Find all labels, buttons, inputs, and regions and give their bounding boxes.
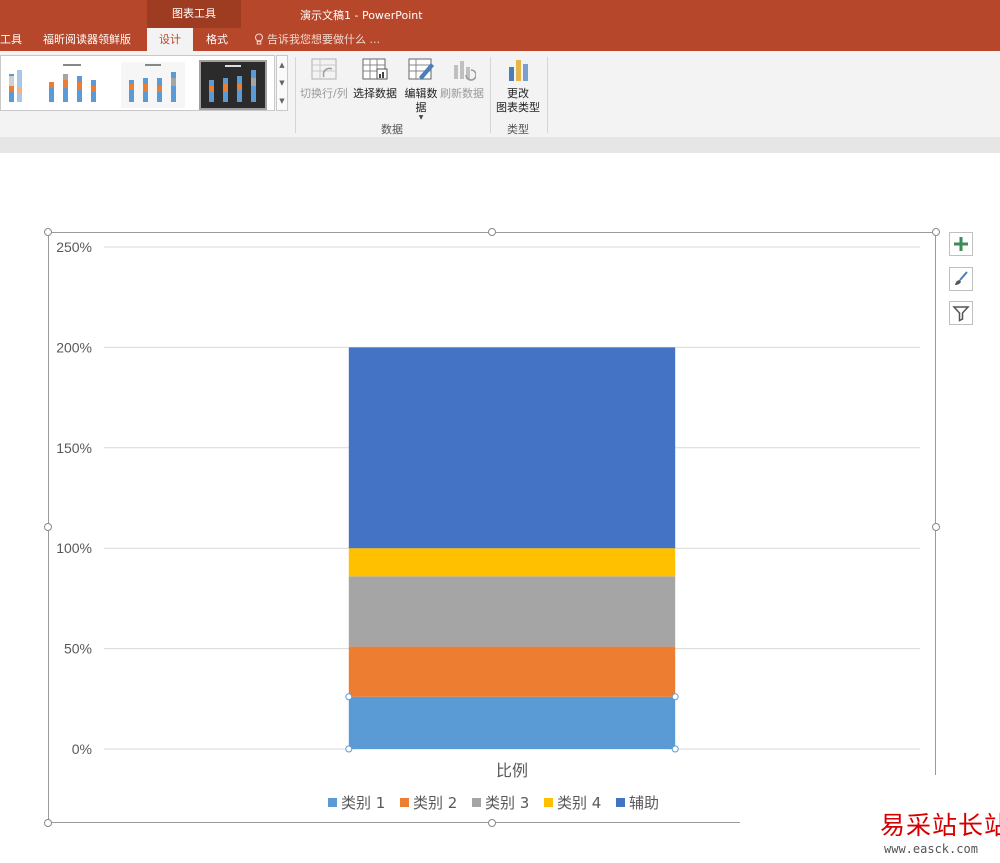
chart-styles-gallery[interactable] [0,55,275,111]
chart-styles-button[interactable] [949,267,973,291]
data-group-label: 数据 [381,123,403,136]
switch-row-column-button[interactable]: 切换行/列 [300,57,348,101]
select-data-button[interactable]: 选择数据 [353,57,397,101]
chart-filters-button[interactable] [949,301,973,325]
plus-icon [954,237,968,251]
switch-row-column-icon [311,58,337,80]
filter-icon [952,306,970,322]
gallery-scroll: ▲ ▼ ▼ [276,55,288,111]
gallery-expand-button[interactable]: ▼ [277,92,287,110]
refresh-data-button[interactable]: 刷新数据 [440,57,484,101]
type-group-label: 类型 [507,123,529,136]
ribbon-bottom-band [0,137,1000,153]
chevron-down-icon: ▼ [418,114,424,121]
tell-me-box[interactable]: 告诉我您想要做什么 ... [254,28,380,51]
chart-style-thumbnail-1[interactable] [0,62,25,108]
brush-icon [955,271,968,285]
refresh-data-icon [454,61,476,81]
chart-elements-button[interactable] [949,232,973,256]
resize-handle-bottom-left[interactable] [44,819,52,827]
select-data-label: 选择数据 [353,87,397,100]
resize-handle-top[interactable] [488,228,496,236]
tab-format[interactable]: 格式 [198,28,236,51]
tab-design[interactable]: 设计 [147,28,193,51]
tell-me-text: 告诉我您想要做什么 ... [267,33,380,46]
tab-tools[interactable]: 工具 [0,28,30,51]
resize-handle-top-right[interactable] [932,228,940,236]
edit-data-label: 编辑数据 [404,87,438,114]
ribbon: ▲ ▼ ▼ 切换行/列 选择数据 编辑数据 ▼ 刷新数据 数据 更改 图表类型 … [0,51,1000,138]
switch-row-column-label: 切换行/列 [300,87,348,100]
gallery-up-button[interactable]: ▲ [277,56,287,74]
chart-style-thumbnail-4[interactable] [199,60,267,110]
refresh-data-label: 刷新数据 [440,87,484,100]
gallery-down-button[interactable]: ▼ [277,74,287,92]
resize-handle-right[interactable] [932,523,940,531]
chart-area[interactable] [48,232,936,823]
edit-data-button[interactable]: 编辑数据 ▼ [402,57,440,121]
ribbon-separator [547,57,548,133]
change-chart-type-button[interactable]: 更改 图表类型 [495,57,541,115]
context-tab-group-label: 图表工具 [147,0,241,28]
watermark-url: www.easck.com [884,842,978,856]
lightbulb-icon [255,33,263,45]
ribbon-separator [295,57,296,133]
tab-foxit-reader[interactable]: 福昕阅读器领鲜版 [35,28,139,51]
edit-data-icon [408,58,434,80]
resize-handle-top-left[interactable] [44,228,52,236]
resize-handle-left[interactable] [44,523,52,531]
watermark-logo: 易采站长站 [880,811,1000,840]
ribbon-separator [490,57,491,133]
chart-style-thumbnail-3[interactable] [121,62,185,108]
change-chart-type-label-line2: 图表类型 [496,101,540,114]
title-bar: 图表工具 演示文稿1 - PowerPoint 工具 福昕阅读器领鲜版 设计 格… [0,0,1000,51]
chart-style-thumbnail-2[interactable] [43,62,107,108]
resize-handle-bottom[interactable] [488,819,496,827]
window-title: 演示文稿1 - PowerPoint [300,9,423,22]
select-data-icon [362,58,388,80]
change-chart-type-icon [509,60,528,81]
change-chart-type-label-line1: 更改 [507,87,529,100]
